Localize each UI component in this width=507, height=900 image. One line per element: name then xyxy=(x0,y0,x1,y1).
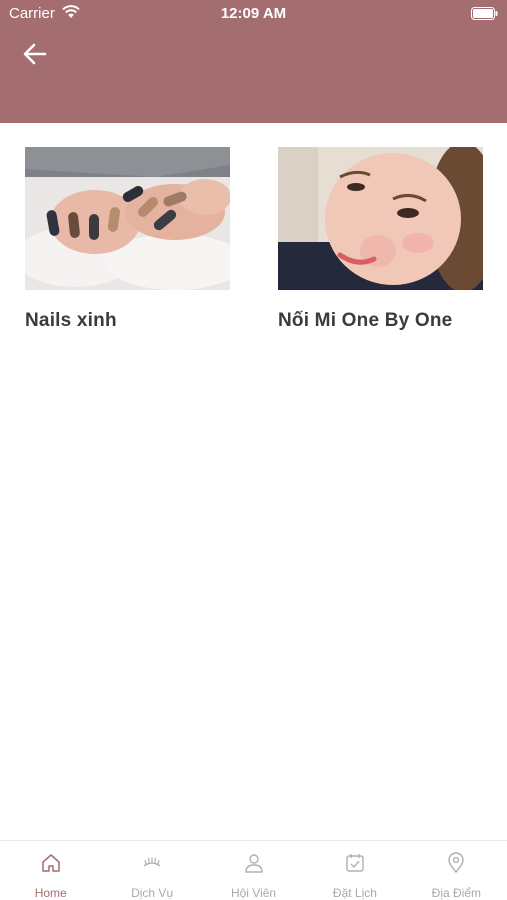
tab-label: Đặt Lịch xyxy=(332,886,377,900)
back-button[interactable] xyxy=(20,40,50,68)
tab-services[interactable]: Dịch Vụ xyxy=(101,841,202,900)
status-time: 12:09 AM xyxy=(220,5,287,22)
tab-label: Home xyxy=(34,886,67,900)
tab-locations[interactable]: Địa Điểm xyxy=(406,841,507,900)
tab-booking[interactable]: Đặt Lịch xyxy=(304,841,405,900)
app-header: Carrier 12:09 AM xyxy=(0,0,507,123)
tab-label: Hội Viên xyxy=(230,886,277,900)
battery-icon xyxy=(471,7,498,20)
tab-members[interactable]: Hội Viên xyxy=(203,841,304,900)
home-icon xyxy=(41,854,60,872)
tab-label: Địa Điểm xyxy=(431,886,481,900)
service-card-eyelash[interactable]: Nối Mi One By One xyxy=(278,147,483,332)
calendar-check-icon xyxy=(346,854,364,872)
eyelash-icon xyxy=(143,857,161,867)
arrow-left-icon xyxy=(23,43,47,65)
bottom-tab-bar: Home Dịch Vụ Hội Viên Đặt Lịch Địa Điểm xyxy=(0,840,507,900)
status-bar: Carrier 12:09 AM xyxy=(0,0,507,28)
tab-home[interactable]: Home xyxy=(0,841,101,900)
service-title: Nails xinh xyxy=(25,310,117,331)
tab-label: Dịch Vụ xyxy=(131,886,174,900)
nails-photo xyxy=(25,147,230,290)
eyelash-portrait-photo xyxy=(278,147,483,290)
location-pin-icon xyxy=(448,852,465,874)
user-icon xyxy=(244,854,263,873)
service-card-nails[interactable]: Nails xinh xyxy=(25,147,230,332)
service-title: Nối Mi One By One xyxy=(278,310,453,331)
